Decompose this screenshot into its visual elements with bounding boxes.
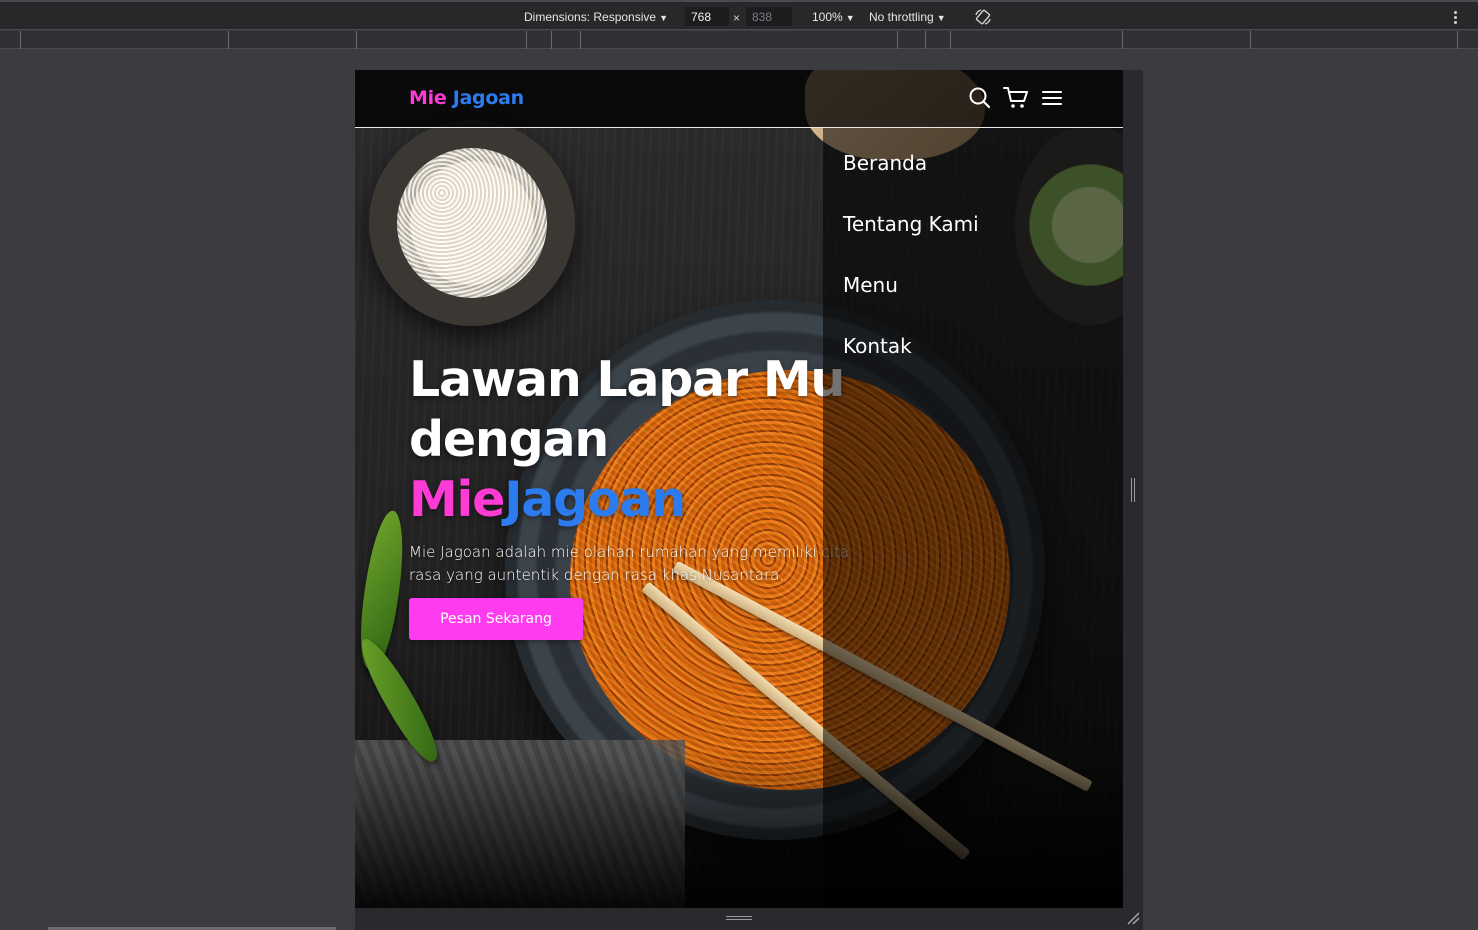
more-options-icon[interactable] [1450,10,1460,24]
rotate-icon[interactable] [974,8,992,26]
width-input[interactable]: 768 [685,7,729,26]
order-now-button[interactable]: Pesan Sekarang [409,598,583,640]
hamburger-menu-icon[interactable] [1041,87,1063,109]
hero-title-jagoan: Jagoan [504,471,686,528]
throttling-dropdown[interactable]: No throttling ▼ [869,10,946,24]
chevron-down-icon: ▼ [845,13,855,23]
zoom-dropdown[interactable]: 100% ▼ [812,10,855,24]
device-viewport: Mie Jagoan Beranda Tentang Kami Menu Kon… [355,70,1123,908]
rice-bowl-decor [369,120,575,326]
resize-handle-right[interactable] [1123,70,1143,908]
hero-title-line2: dengan [409,411,609,468]
dimensions-label: Dimensions: Responsive [524,10,657,24]
dimension-separator: × [733,11,741,25]
resize-handle-bottom[interactable] [355,908,1143,930]
search-icon[interactable] [968,86,992,110]
nav-link-kontak[interactable]: Kontak [843,334,912,358]
logo-jagoan: Jagoan [452,87,524,109]
hero-description: Mie Jagoan adalah mie olahan rumahan yan… [409,543,850,584]
nav-link-menu[interactable]: Menu [843,273,898,297]
throttling-label: No throttling [869,10,934,24]
logo-mie: Mie [409,87,447,109]
chevron-down-icon: ▼ [936,13,946,23]
resize-corner-icon[interactable] [1126,911,1140,925]
hero-title-line1: Lawan Lapar Mu [409,351,845,408]
nav-link-beranda[interactable]: Beranda [843,151,927,175]
cart-icon[interactable] [1003,86,1029,110]
site-navbar: Mie Jagoan [355,70,1123,128]
media-query-bar[interactable] [0,31,1478,49]
dimensions-dropdown[interactable]: Dimensions: Responsive ▼ [524,10,668,24]
devtools-device-toolbar: Dimensions: Responsive ▼ 768 × 838 100% ▼ … [0,0,1478,30]
height-input[interactable]: 838 [746,7,792,26]
nav-link-tentang-kami[interactable]: Tentang Kami [843,212,979,236]
hero-title-mie: Mie [409,471,505,528]
site-logo[interactable]: Mie Jagoan [409,87,524,109]
zoom-label: 100% [812,10,843,24]
chevron-down-icon: ▼ [659,13,668,23]
side-nav-menu: Beranda Tentang Kami Menu Kontak [823,128,1123,908]
